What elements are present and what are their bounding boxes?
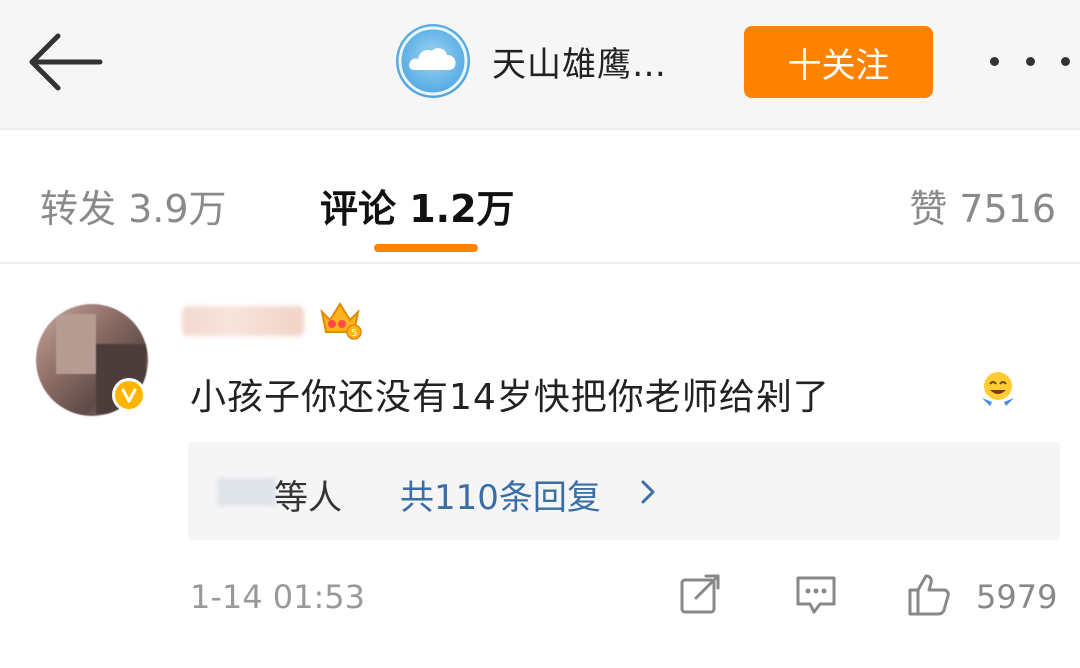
avatar-blur-patch xyxy=(56,314,96,374)
repost-icon[interactable] xyxy=(676,570,724,618)
reply-count-link[interactable]: 共110条回复 xyxy=(400,470,601,519)
comment-timestamp: 1-14 01:53 xyxy=(190,578,366,616)
more-dot xyxy=(1061,56,1070,66)
cloud-logo-icon xyxy=(398,26,468,96)
follow-button[interactable]: 十关注 xyxy=(744,26,933,98)
replies-summary[interactable]: 等人 共110条回复 xyxy=(188,442,1060,540)
comment-icon[interactable] xyxy=(792,570,840,618)
crown-level-badge-icon: 5 xyxy=(320,302,362,340)
tab-reposts[interactable]: 转发 3.9万 xyxy=(40,178,227,233)
commenter-username-blurred[interactable] xyxy=(182,306,304,336)
back-button[interactable] xyxy=(24,30,104,94)
more-options-button[interactable] xyxy=(990,46,1070,76)
laughing-emoji-icon xyxy=(982,372,1014,406)
top-navigation-bar: 天山雄鹰… 十关注 xyxy=(0,0,1080,130)
comment-item: 5 小孩子你还没有14岁快把你老师给剁了 等人 共110条回复 1-14 01:… xyxy=(0,264,1080,668)
verified-badge xyxy=(112,378,146,412)
chevron-right-icon xyxy=(641,480,655,504)
tab-likes[interactable]: 赞 7516 xyxy=(909,178,1056,233)
verified-v-badge-icon xyxy=(121,388,137,403)
tab-bar: 转发 3.9万 评论 1.2万 赞 7516 xyxy=(0,130,1080,264)
like-count: 5979 xyxy=(976,578,1058,616)
account-info[interactable]: 天山雄鹰… xyxy=(396,24,667,98)
more-dot xyxy=(1025,56,1035,66)
account-avatar[interactable] xyxy=(396,24,470,98)
back-arrow-icon xyxy=(29,33,103,91)
active-tab-indicator xyxy=(374,244,478,252)
reply-users-blurred xyxy=(218,478,276,506)
svg-text:5: 5 xyxy=(351,328,357,339)
thumbs-up-icon[interactable] xyxy=(904,570,952,618)
comment-text: 小孩子你还没有14岁快把你老师给剁了 xyxy=(190,377,830,418)
account-name[interactable]: 天山雄鹰… xyxy=(492,37,667,86)
tab-comments[interactable]: 评论 1.2万 xyxy=(320,178,515,233)
more-dot xyxy=(990,56,999,66)
reply-users-suffix: 等人 xyxy=(274,478,342,518)
